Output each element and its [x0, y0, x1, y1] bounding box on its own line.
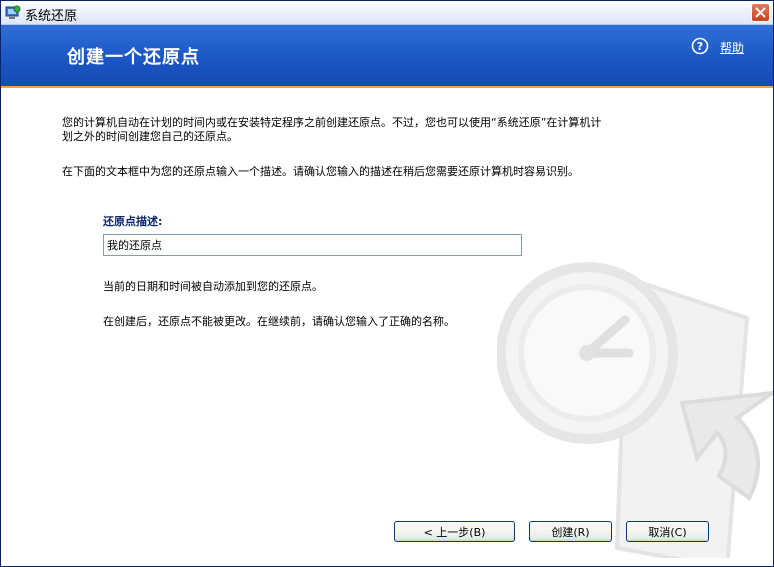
instruction-text: 在下面的文本框中为您的还原点输入一个描述。请确认您输入的描述在稍后您需要还原计算…: [62, 165, 579, 178]
warning-note: 在创建后，还原点不能被更改。在继续前，请确认您输入了正确的名称。: [103, 315, 455, 328]
intro-text: 您的计算机自动在计划的时间内或在安装特定程序之前创建还原点。不过，您也可以使用“…: [62, 116, 602, 143]
description-input[interactable]: [103, 234, 522, 256]
svg-text:?: ?: [697, 40, 703, 53]
help-question-icon[interactable]: ?: [691, 37, 709, 55]
title-bar[interactable]: 系统还原: [1, 1, 773, 25]
cancel-button[interactable]: 取消(C): [626, 521, 709, 542]
system-restore-window: 系统还原 创建一个还原点 ? 帮助 您的计算机自动在计划的时间内或在安装特定程序: [0, 0, 774, 567]
description-label: 还原点描述:: [103, 215, 163, 228]
content-area: 您的计算机自动在计划的时间内或在安装特定程序之前创建还原点。不过，您也可以使用“…: [1, 88, 773, 566]
system-restore-icon: [5, 5, 21, 20]
close-icon: [755, 7, 766, 18]
restore-clock-watermark-icon: [497, 262, 773, 558]
header-banner: 创建一个还原点 ? 帮助: [1, 25, 773, 88]
datetime-note: 当前的日期和时间被自动添加到您的还原点。: [103, 280, 323, 293]
create-button[interactable]: 创建(R): [529, 521, 612, 542]
page-title: 创建一个还原点: [67, 47, 200, 68]
help-link[interactable]: 帮助: [720, 39, 744, 56]
back-button[interactable]: < 上一步(B): [394, 521, 515, 542]
close-button[interactable]: [751, 3, 770, 22]
window-title: 系统还原: [25, 9, 78, 24]
